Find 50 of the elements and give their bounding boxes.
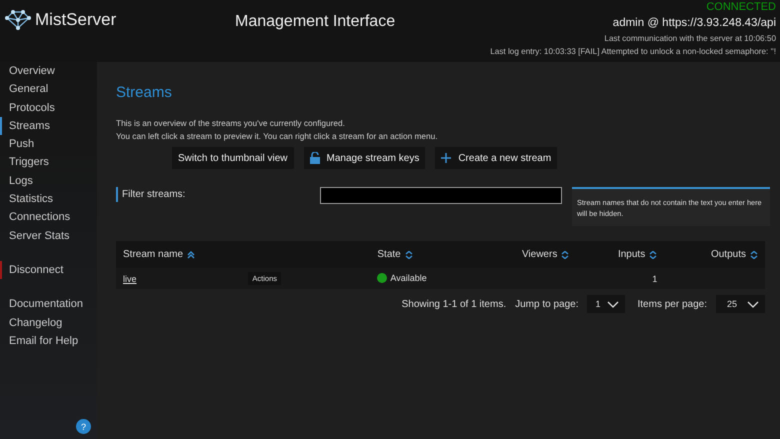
sort-icon [750,250,758,258]
table-cell: 1 [652,274,658,284]
column-header[interactable]: Stream name [123,249,196,260]
column-header[interactable]: Viewers [522,249,570,260]
app-name: MistServer [35,10,116,30]
sidebar-item[interactable]: Connections [0,208,97,227]
pagination-summary: Showing 1-1 of 1 items. [402,298,506,310]
sidebar-item[interactable]: Push [0,135,97,154]
chevron-down-icon [747,300,759,308]
sidebar-item[interactable]: Statistics [0,190,97,208]
network-logo-icon [5,10,31,30]
sidebar-item[interactable]: Changelog [0,314,97,332]
toolbar-button[interactable]: Create a new stream [435,147,558,169]
sidebar-item[interactable]: Triggers [0,153,97,172]
sidebar-item[interactable]: Email for Help [0,332,97,350]
intro-text: This is an overview of the streams you've currently configured. [116,118,346,128]
sidebar-item[interactable]: General [0,80,97,99]
stream-link[interactable]: live [123,274,137,284]
toolbar-button[interactable]: Manage stream keys [304,147,426,169]
filter-field[interactable] [320,187,562,204]
lock-icon [310,152,320,164]
chevron-down-icon [606,300,618,308]
state-text: Available [390,272,427,282]
sidebar-item[interactable]: Overview [0,62,97,80]
page-select[interactable]: 1 [587,295,624,313]
filter-label: Filter streams: [116,187,318,202]
last-log-entry: Last log entry: 10:03:33 [FAIL] Attempted to unlock a non-locked semaphore: ''! [490,46,776,57]
per-page-select[interactable]: 25 [716,295,765,313]
column-header[interactable]: Outputs [710,249,758,260]
sort-icon [404,250,413,258]
intro-text: You can left click a stream to preview it. You can right click a stream for an action menu. [116,131,439,141]
sort-icon [649,250,658,258]
connection-status: CONNECTED [706,1,776,14]
jump-label: Jump to page: [515,298,578,310]
sort-ascending-icon [187,250,196,258]
per-page-label: Items per page: [638,298,707,310]
sidebar-item[interactable]: Documentation [0,295,97,314]
plus-icon [441,153,452,163]
column-header[interactable]: Inputs [618,249,658,260]
sort-icon [561,250,570,258]
last-communication: Last communication with the server at 10:06:50 [604,34,776,44]
page-heading: Management Interface [235,12,396,31]
sidebar-item[interactable]: Protocols [0,98,97,117]
sidebar-item[interactable]: Server Stats [0,226,97,245]
section-title: Streams [116,84,173,101]
user-endpoint: admin @ https://3.93.248.43/api [612,17,776,31]
help-button[interactable]: ? [76,419,91,434]
sidebar-item[interactable]: Logs [0,172,97,190]
toolbar-button[interactable]: Switch to thumbnail view [172,147,294,169]
column-header[interactable]: State [377,249,413,260]
